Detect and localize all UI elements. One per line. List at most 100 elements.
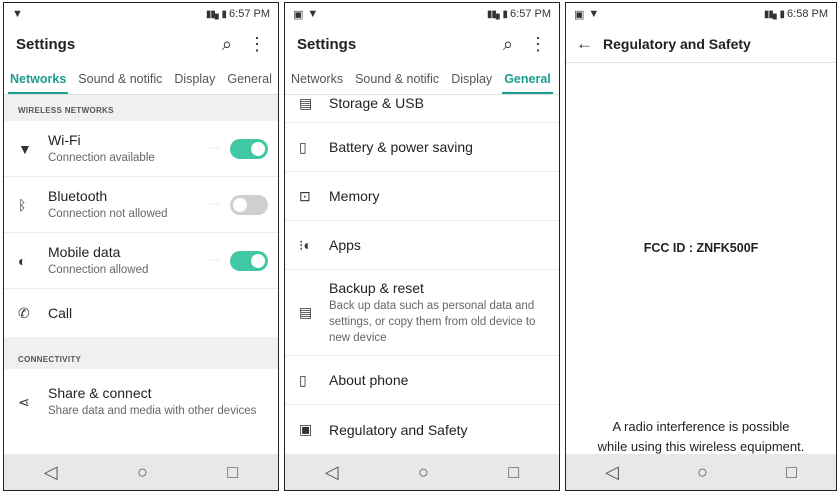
- tab-display[interactable]: Display: [168, 63, 221, 94]
- backup-label: Backup & reset: [329, 279, 424, 296]
- about-phone-icon: ▯: [299, 371, 307, 388]
- status-bar: ▣ ▼ ▮▮▖▮ 6:57 PM: [285, 3, 559, 25]
- divider-dots: ⋯: [209, 143, 220, 154]
- signal-icon: ▮▮▖▮: [486, 8, 508, 20]
- search-icon[interactable]: ⌕: [222, 34, 232, 55]
- status-time: 6:57 PM: [229, 8, 270, 20]
- home-icon[interactable]: ○: [697, 462, 708, 483]
- notification-icon: ▣: [293, 8, 304, 21]
- tab-sound[interactable]: Sound & notific: [349, 63, 445, 94]
- tab-bar: Networks Sound & notific Display General: [285, 63, 559, 95]
- recent-apps-icon[interactable]: □: [227, 462, 238, 483]
- bluetooth-sub: Connection not allowed: [48, 207, 168, 220]
- back-icon[interactable]: ◁: [44, 462, 58, 483]
- storage-row[interactable]: ▤ Storage & USB: [285, 95, 559, 123]
- page-title: Settings: [16, 35, 76, 53]
- apps-icon: ⁝◐: [299, 236, 312, 253]
- app-bar: ← Regulatory and Safety: [566, 25, 836, 63]
- battery-row[interactable]: ▯ Battery & power saving: [285, 123, 559, 172]
- regulatory-icon: ▣: [299, 421, 313, 437]
- navigation-bar: ◁ ○ □: [566, 454, 836, 490]
- status-time: 6:58 PM: [787, 8, 828, 20]
- regulatory-label: Regulatory and Safety: [329, 421, 468, 438]
- mobile-data-toggle[interactable]: [230, 250, 268, 271]
- bluetooth-row[interactable]: ᛒ Bluetooth Connection not allowed ⋯: [4, 177, 278, 233]
- share-connect-row[interactable]: ⋖ Share & connect Share data and media w…: [4, 369, 278, 435]
- recent-apps-icon[interactable]: □: [508, 462, 519, 483]
- app-bar: Settings ⌕ ⋮: [285, 25, 559, 63]
- screen-general: ▣ ▼ ▮▮▖▮ 6:57 PM Settings ⌕ ⋮ Networks Sou…: [284, 2, 560, 491]
- status-bar: ▣ ▼ ▮▮▖▮ 6:58 PM: [566, 3, 836, 25]
- battery-label: Battery & power saving: [329, 139, 473, 155]
- divider-dots: ⋯: [209, 255, 220, 266]
- storage-icon: ▤: [299, 95, 313, 111]
- tab-general[interactable]: General: [221, 63, 277, 94]
- wifi-status-icon: ▼: [12, 8, 23, 20]
- tab-networks[interactable]: Networks: [285, 63, 349, 94]
- bluetooth-toggle[interactable]: [230, 194, 268, 215]
- tab-general[interactable]: General: [498, 63, 557, 94]
- wifi-label: Wi-Fi: [48, 131, 81, 148]
- search-icon[interactable]: ⌕: [503, 34, 513, 55]
- about-phone-row[interactable]: ▯ About phone: [285, 356, 559, 405]
- screen-regulatory: ▣ ▼ ▮▮▖▮ 6:58 PM ← Regulatory and Safety F…: [565, 2, 837, 491]
- section-header-wireless: WIRELESS NETWORKS: [4, 99, 278, 121]
- more-options-icon[interactable]: ⋮: [529, 34, 547, 55]
- back-icon[interactable]: ◁: [605, 462, 619, 483]
- signal-icon: ▮▮▖▮: [205, 8, 227, 20]
- backup-icon: ▤: [299, 304, 313, 320]
- phone-icon: ✆: [18, 304, 30, 321]
- bluetooth-icon: ᛒ: [18, 196, 27, 213]
- recent-apps-icon[interactable]: □: [786, 462, 797, 483]
- wifi-toggle[interactable]: [230, 138, 268, 159]
- back-arrow-icon[interactable]: ←: [576, 34, 593, 54]
- wifi-icon: ▼: [18, 140, 32, 157]
- wifi-sub: Connection available: [48, 151, 155, 164]
- storage-label: Storage & USB: [329, 95, 424, 111]
- notification-icon: ▣: [574, 8, 585, 21]
- tab-sound[interactable]: Sound & notific: [72, 63, 168, 94]
- home-icon[interactable]: ○: [137, 462, 148, 483]
- memory-row[interactable]: ⊡ Memory: [285, 172, 559, 221]
- navigation-bar: ◁ ○ □: [4, 454, 278, 490]
- regulatory-row[interactable]: ▣ Regulatory and Safety: [285, 405, 559, 454]
- page-title: Regulatory and Safety: [603, 35, 751, 52]
- wifi-status-icon: ▼: [588, 8, 600, 20]
- share-sub: Share data and media with other devices: [48, 405, 257, 417]
- notice-line-2: while using this wireless equipment.: [597, 439, 805, 454]
- screen-networks: ▼ ▮▮▖▮ 6:57 PM Settings ⌕ ⋮ Networks Soun…: [3, 2, 279, 491]
- home-icon[interactable]: ○: [418, 462, 429, 483]
- bluetooth-label: Bluetooth: [48, 187, 108, 204]
- mobile-data-label: Mobile data: [48, 243, 121, 260]
- mobile-data-row[interactable]: ◐ Mobile data Connection allowed ⋯: [4, 233, 278, 289]
- divider-dots: ⋯: [209, 199, 220, 210]
- share-icon: ⋖: [18, 393, 30, 410]
- call-row[interactable]: ✆ Call: [4, 289, 278, 337]
- about-phone-label: About phone: [329, 372, 409, 388]
- wifi-row[interactable]: ▼ Wi-Fi Connection available ⋯: [4, 121, 278, 177]
- app-bar: Settings ⌕ ⋮: [4, 25, 278, 63]
- backup-row[interactable]: ▤ Backup & reset Back up data such as pe…: [285, 270, 559, 356]
- section-header-connectivity: CONNECTIVITY: [4, 337, 278, 369]
- mobile-data-sub: Connection allowed: [48, 263, 149, 276]
- status-time: 6:57 PM: [510, 8, 551, 20]
- battery-icon: ▯: [299, 138, 307, 155]
- more-options-icon[interactable]: ⋮: [248, 34, 266, 55]
- navigation-bar: ◁ ○ □: [285, 454, 559, 490]
- page-title: Settings: [297, 35, 357, 53]
- status-bar: ▼ ▮▮▖▮ 6:57 PM: [4, 3, 278, 25]
- memory-icon: ⊡: [299, 187, 311, 204]
- tab-bar: Networks Sound & notific Display General: [4, 63, 278, 95]
- mobile-data-icon: ◐: [18, 252, 27, 269]
- backup-sub: Back up data such as personal data and s…: [329, 299, 536, 344]
- share-label: Share & connect: [48, 385, 152, 401]
- notice-line-1: A radio interference is possible: [612, 419, 790, 434]
- apps-row[interactable]: ⁝◐ Apps: [285, 221, 559, 270]
- back-icon[interactable]: ◁: [325, 462, 339, 483]
- tab-display[interactable]: Display: [445, 63, 498, 94]
- fcc-id: FCC ID : ZNFK500F: [643, 241, 759, 255]
- memory-label: Memory: [329, 188, 380, 204]
- apps-label: Apps: [329, 237, 361, 253]
- call-label: Call: [48, 305, 73, 321]
- tab-networks[interactable]: Networks: [4, 63, 72, 94]
